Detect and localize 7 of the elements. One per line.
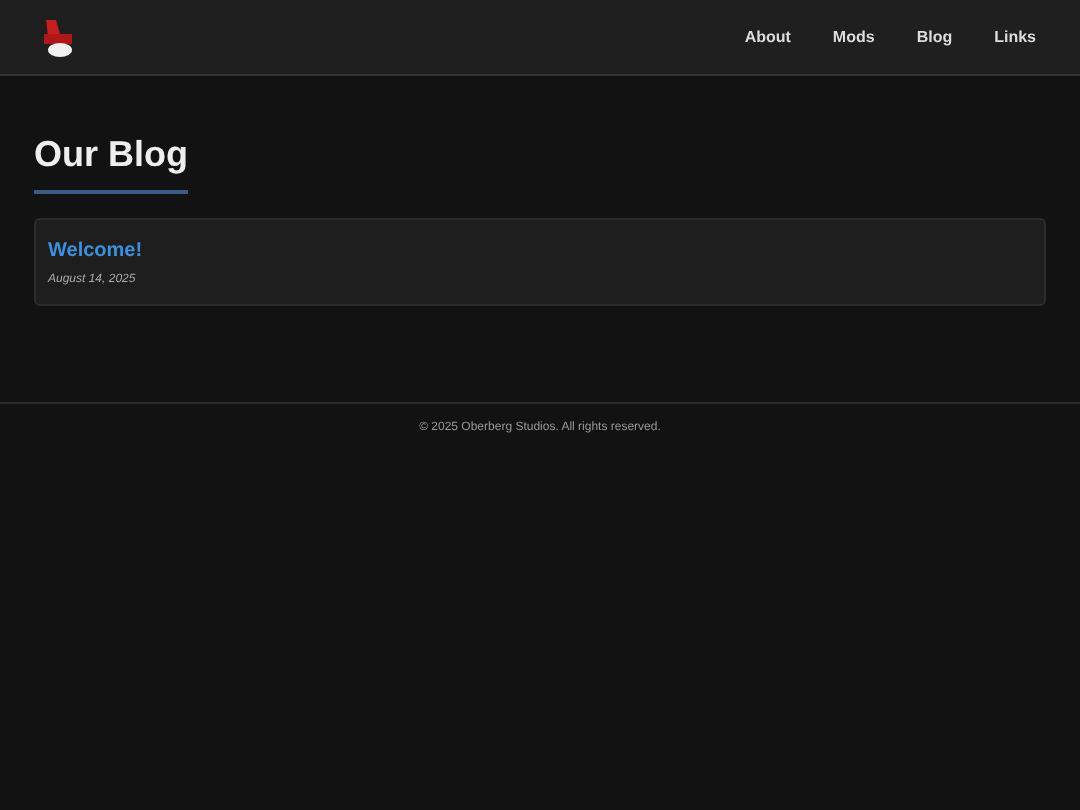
logo-icon[interactable]	[40, 17, 76, 57]
page-heading: Our Blog	[34, 128, 188, 194]
nav-link[interactable]: Links	[994, 25, 1036, 49]
nav-link[interactable]: Blog	[916, 25, 953, 49]
nav-link[interactable]: About	[744, 25, 791, 49]
nav-link[interactable]: Mods	[832, 25, 875, 49]
post-title[interactable]: Welcome!	[48, 236, 1032, 266]
